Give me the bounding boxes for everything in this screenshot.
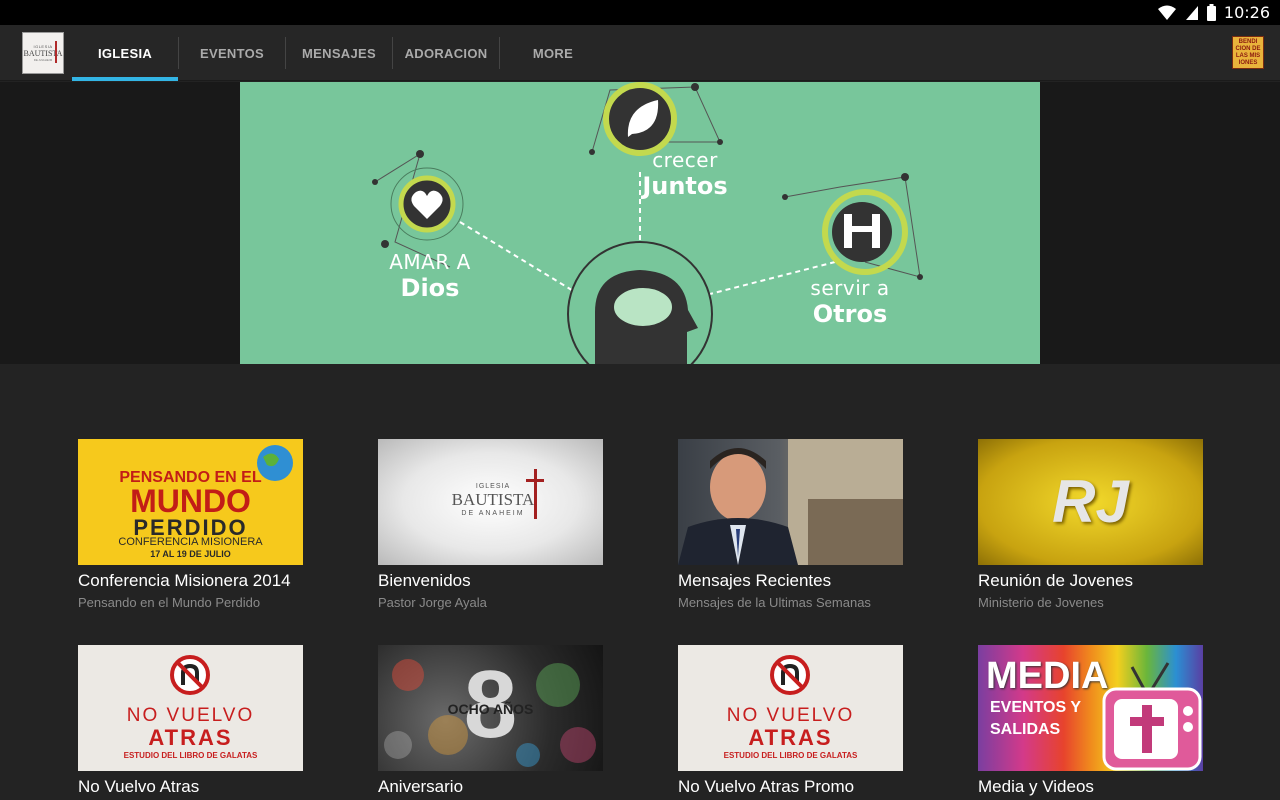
card-thumbnail: NO VUELVO ATRAS ESTUDIO DEL LIBRO DE GAL… [78, 645, 303, 771]
thumb-text: IGLESIA [475, 483, 511, 490]
thumb-text: CONFERENCIA MISIONERA [118, 536, 263, 548]
bendicion-logo-line: IONES [1238, 59, 1258, 66]
card-title: Media y Videos [978, 777, 1094, 796]
thumb-text: NO VUELVO [126, 705, 255, 726]
thumb-text: 17 AL 19 DE JULIO [150, 549, 231, 559]
wifi-icon [1157, 5, 1176, 20]
no-u-turn-icon [170, 655, 210, 695]
thumb-text: EVENTOS Y [990, 699, 1081, 716]
hero-servir-small: servir a [810, 276, 890, 300]
card-title: Mensajes Recientes [678, 571, 832, 590]
card-subtitle: Ministerio de Jovenes [978, 595, 1104, 610]
card-thumbnail: 8 OCHO AÑOS [378, 645, 603, 771]
card-no-vuelvo-atras-promo[interactable]: NO VUELVO ATRAS ESTUDIO DEL LIBRO DE GAL… [678, 645, 903, 797]
hero-crecer-big: Juntos [642, 172, 728, 200]
cross-icon [534, 469, 537, 519]
bendicion-logo-line: CION DE [1235, 45, 1261, 52]
thumb-text: ATRAS [748, 725, 833, 750]
thumb-text: SALIDAS [990, 721, 1061, 738]
pastor-photo [678, 439, 903, 565]
tab-adoracion[interactable]: ADORACION [393, 25, 499, 81]
tab-bar: IGLESIA EVENTOS MENSAJES ADORACION MORE [72, 25, 606, 81]
card-title: No Vuelvo Atras Promo [678, 777, 855, 796]
thumb-text: NO VUELVO [726, 705, 855, 726]
app-logo[interactable]: IGLESIA BAUTISTA DE ANAHEIM [22, 32, 64, 74]
hero-amar: AMAR A Dios [360, 250, 500, 302]
card-title: No Vuelvo Atras [78, 777, 200, 796]
tab-mensajes[interactable]: MENSAJES [286, 25, 392, 81]
bendicion-logo[interactable]: BENDI CION DE LAS MIS IONES [1232, 36, 1264, 69]
card-media[interactable]: MEDIA EVENTOS Y SALIDAS Media y Videos [978, 645, 1203, 797]
bendicion-logo-line: BENDI [1238, 38, 1258, 45]
status-time: 10:26 [1223, 3, 1270, 22]
hero-servir-big: Otros [812, 300, 888, 328]
card-mensajes[interactable]: Mensajes Recientes Mensajes de la Ultima… [678, 439, 903, 610]
thumb-text: RJ [1052, 468, 1129, 535]
card-conferencia[interactable]: PENSANDO EN EL MUNDO PERDIDO CONFERENCIA… [78, 439, 303, 610]
cross-bar [526, 479, 544, 482]
thumb-text: BAUTISTA [451, 490, 535, 509]
card-thumbnail: IGLESIA BAUTISTA DE ANAHEIM [378, 439, 603, 565]
hero-crecer-small: crecer [652, 148, 718, 172]
tab-more[interactable]: MORE [500, 25, 606, 81]
cross-icon [55, 41, 57, 63]
battery-icon [1206, 4, 1216, 21]
card-title: Bienvenidos [378, 571, 471, 590]
card-title: Aniversario [378, 777, 464, 796]
signal-icon [1185, 5, 1198, 20]
card-jovenes[interactable]: RJ Reunión de Jovenes Ministerio de Jove… [978, 439, 1203, 610]
tab-eventos[interactable]: EVENTOS [179, 25, 285, 81]
card-aniversario[interactable]: 8 OCHO AÑOS Aniversario [378, 645, 603, 797]
card-thumbnail: PENSANDO EN EL MUNDO PERDIDO CONFERENCIA… [78, 439, 303, 565]
card-thumbnail [678, 439, 903, 565]
card-title: Conferencia Misionera 2014 [78, 571, 291, 590]
thumb-text: ESTUDIO DEL LIBRO DE GALATAS [123, 751, 258, 760]
thumb-text: MEDIA [986, 655, 1109, 697]
thumb-logo: IGLESIA BAUTISTA DE ANAHEIM [448, 483, 538, 517]
thumb-text: ESTUDIO DEL LIBRO DE GALATAS [723, 751, 858, 760]
thumb-text: ATRAS [148, 725, 233, 750]
hero-crecer: crecer Juntos [620, 148, 750, 200]
thumb-text: OCHO AÑOS [447, 701, 534, 717]
card-thumbnail: RJ [978, 439, 1203, 565]
card-thumbnail: NO VUELVO ATRAS ESTUDIO DEL LIBRO DE GAL… [678, 645, 903, 771]
hero-banner[interactable]: AMAR A Dios crecer Juntos servir a Otros [240, 82, 1040, 364]
tv-icon [1102, 662, 1202, 771]
hero-amar-small: AMAR A [389, 250, 471, 274]
card-thumbnail: MEDIA EVENTOS Y SALIDAS [978, 645, 1203, 771]
hero-graphic [372, 82, 923, 364]
hero-servir: servir a Otros [785, 276, 915, 328]
thumb-text: DE ANAHEIM [461, 510, 525, 517]
card-title: Reunión de Jovenes [978, 571, 1134, 590]
card-bienvenidos[interactable]: IGLESIA BAUTISTA DE ANAHEIM Bienvenidos … [378, 439, 603, 610]
card-subtitle: Mensajes de la Ultimas Semanas [678, 595, 871, 610]
status-icons: 10:26 [1157, 0, 1270, 25]
globe-icon [257, 445, 293, 481]
hero-amar-big: Dios [400, 274, 460, 302]
card-subtitle: Pensando en el Mundo Perdido [78, 595, 261, 610]
app-logo-line: DE ANAHEIM [33, 58, 53, 62]
status-bar: 10:26 [0, 0, 1280, 25]
action-bar: IGLESIA BAUTISTA DE ANAHEIM IGLESIA EVEN… [0, 25, 1280, 81]
card-subtitle: Pastor Jorge Ayala [378, 595, 487, 610]
card-no-vuelvo-atras[interactable]: NO VUELVO ATRAS ESTUDIO DEL LIBRO DE GAL… [78, 645, 303, 797]
tab-iglesia[interactable]: IGLESIA [72, 25, 178, 81]
bendicion-logo-line: LAS MIS [1235, 52, 1261, 59]
no-u-turn-icon [770, 655, 810, 695]
